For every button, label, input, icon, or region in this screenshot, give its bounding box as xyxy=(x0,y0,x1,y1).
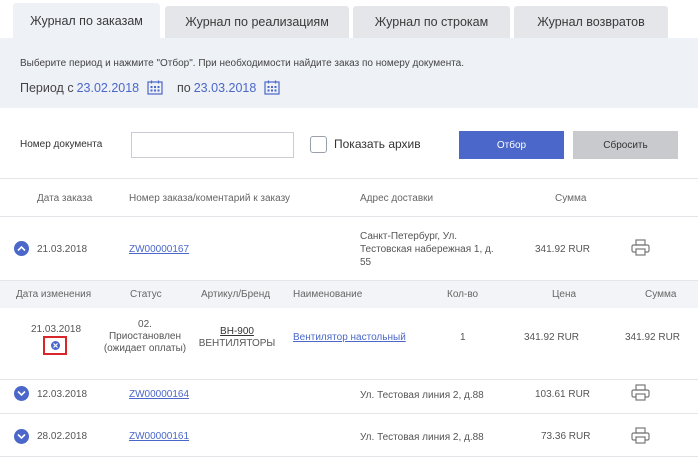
tab-sales[interactable]: Журнал по реализациям xyxy=(165,6,349,38)
col-quantity: Кол-во xyxy=(447,289,479,300)
status-text: 02. Приостановлен (ожидает оплаты) xyxy=(100,319,190,355)
detail-header: Дата изменения Статус Артикул/Бренд Наим… xyxy=(0,281,698,308)
col-sum: Сумма xyxy=(555,193,587,204)
collapse-toggle[interactable] xyxy=(14,241,29,256)
order-number-link[interactable]: ZW00000161 xyxy=(129,431,189,442)
col-status: Статус xyxy=(130,289,162,300)
col-product-name: Наименование xyxy=(293,289,363,300)
printer-icon[interactable] xyxy=(631,384,650,401)
article-code: BH-900 xyxy=(220,326,254,337)
order-address: Ул. Тестовая линия 2, д.88 xyxy=(360,431,530,444)
col-line-sum: Сумма xyxy=(645,289,677,300)
printer-icon[interactable] xyxy=(631,427,650,444)
cancel-line-button[interactable] xyxy=(43,336,67,355)
order-date: 21.03.2018 xyxy=(37,244,88,255)
period-from-date[interactable]: 23.02.2018 xyxy=(77,81,140,95)
change-date: 21.03.2018 xyxy=(31,324,82,335)
col-article-brand: Артикул/Бренд xyxy=(201,289,271,300)
tab-orders[interactable]: Журнал по заказам xyxy=(13,3,160,38)
order-number-link[interactable]: ZW00000167 xyxy=(129,244,189,255)
order-number-link[interactable]: ZW00000164 xyxy=(129,389,189,400)
col-order-date: Дата заказа xyxy=(37,193,93,204)
order-address: Ул. Тестовая линия 2, д.88 xyxy=(360,389,530,402)
divider xyxy=(0,216,698,217)
doc-number-input[interactable] xyxy=(131,132,294,158)
archive-label[interactable]: Показать архив xyxy=(334,137,421,151)
reset-filter-button[interactable]: Сбросить xyxy=(573,131,678,159)
journal-tabs: Журнал по заказам Журнал по реализациям … xyxy=(0,0,698,38)
address-line: Ул. Тестовая линия 2, д.88 xyxy=(360,432,484,443)
period-from-label: Период с xyxy=(20,80,74,95)
quantity: 1 xyxy=(460,332,466,343)
divider xyxy=(0,379,698,380)
doc-number-label: Номер документа xyxy=(20,139,103,150)
line-sum: 341.92 RUR xyxy=(625,332,681,343)
order-date: 12.03.2018 xyxy=(37,389,88,400)
calendar-icon[interactable] xyxy=(147,80,163,95)
period-to: по 23.03.2018 xyxy=(177,80,280,95)
address-line: 55 xyxy=(360,257,372,268)
status-line: Приостановлен xyxy=(108,331,181,342)
col-order-number: Номер заказа/коментарий к заказу xyxy=(129,193,291,204)
article-brand: BH-900 ВЕНТИЛЯТОРЫ xyxy=(196,326,278,350)
address-line: Ул. Тестовая линия 2, д.88 xyxy=(360,390,484,401)
divider xyxy=(0,178,698,179)
printer-icon[interactable] xyxy=(631,239,650,256)
tab-returns[interactable]: Журнал возвратов xyxy=(514,6,668,38)
address-line: Санкт-Петербург, Ул. xyxy=(360,231,458,242)
period-hint: Выберите период и нажмите "Отбор". При н… xyxy=(20,58,465,69)
col-price: Цена xyxy=(552,289,577,300)
status-line: 02. xyxy=(138,319,152,330)
calendar-icon[interactable] xyxy=(264,80,280,95)
divider xyxy=(0,413,698,414)
apply-filter-button[interactable]: Отбор xyxy=(459,131,564,159)
tab-lines[interactable]: Журнал по строкам xyxy=(353,6,510,38)
order-date: 28.02.2018 xyxy=(37,431,88,442)
expand-toggle[interactable] xyxy=(14,429,29,444)
close-icon xyxy=(51,341,60,350)
address-line: Тестовская набережная 1, д. xyxy=(360,244,494,255)
status-line: (ожидает оплаты) xyxy=(103,343,187,354)
col-change-date: Дата изменения xyxy=(16,289,92,300)
order-sum: 103.61 RUR xyxy=(535,389,591,400)
detail-row: 21.03.2018 02. Приостановлен (ожидает оп… xyxy=(0,308,698,379)
order-address: Санкт-Петербург, Ул. Тестовская набережн… xyxy=(360,230,510,269)
price: 341.92 RUR xyxy=(524,332,580,343)
order-sum: 341.92 RUR xyxy=(535,244,591,255)
period-panel: Выберите период и нажмите "Отбор". При н… xyxy=(0,38,698,108)
period-to-date[interactable]: 23.03.2018 xyxy=(194,81,257,95)
divider xyxy=(0,456,698,457)
period-from: Период с 23.02.2018 xyxy=(20,80,163,95)
brand-name: ВЕНТИЛЯТОРЫ xyxy=(198,338,276,349)
expand-toggle[interactable] xyxy=(14,386,29,401)
product-name-link[interactable]: Вентилятор настольный xyxy=(293,332,406,343)
archive-checkbox[interactable] xyxy=(310,136,327,153)
col-address: Адрес доставки xyxy=(360,193,434,204)
order-sum: 73.36 RUR xyxy=(541,431,591,442)
period-to-label: по xyxy=(177,80,191,95)
